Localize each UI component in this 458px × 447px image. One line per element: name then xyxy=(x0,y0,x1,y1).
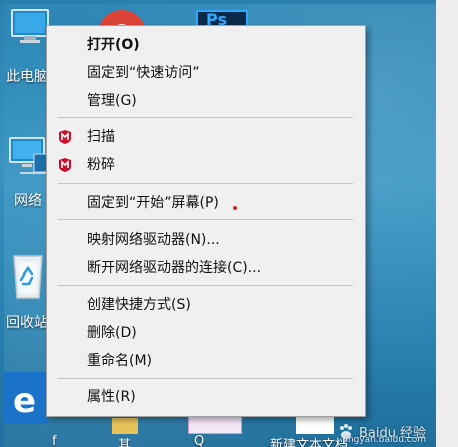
menu-item-rename[interactable]: 重命名(M) xyxy=(47,346,365,374)
menu-item-label: 属性(R) xyxy=(87,389,136,405)
svg-text:e: e xyxy=(13,381,36,421)
menu-separator xyxy=(58,378,353,379)
mcafee-icon xyxy=(58,129,72,144)
menu-item-label: 固定到“快速访问” xyxy=(87,65,200,81)
menu-item-label: 打开(O) xyxy=(87,37,140,53)
desktop-icon-label[interactable]: 回收站 xyxy=(6,312,48,332)
menu-item-map-drive[interactable]: 映射网络驱动器(N)... xyxy=(47,225,365,253)
menu-item-shred[interactable]: 粉碎 xyxy=(47,150,365,178)
desktop-icon-label[interactable]: 此电脑 xyxy=(6,66,48,86)
desktop-icon-label[interactable]: f xyxy=(52,434,57,447)
mcafee-icon xyxy=(58,157,72,172)
menu-item-scan[interactable]: 扫描 xyxy=(47,122,365,150)
menu-item-label: 管理(G) xyxy=(87,93,137,109)
menu-item-label: 断开网络驱动器的连接(C)... xyxy=(87,260,262,276)
window-edge xyxy=(436,0,458,447)
desktop-icon-label[interactable]: 网络 xyxy=(14,190,42,210)
menu-item-label: 创建快捷方式(S) xyxy=(87,297,191,313)
menu-item-label: 映射网络驱动器(N)... xyxy=(87,232,220,248)
app-icon[interactable] xyxy=(112,418,138,434)
menu-item-label: 删除(D) xyxy=(87,325,137,341)
menu-item-disconnect-drive[interactable]: 断开网络驱动器的连接(C)... xyxy=(47,253,365,281)
app-icon[interactable] xyxy=(188,416,242,434)
menu-item-properties[interactable]: 属性(R) xyxy=(47,382,365,410)
menu-item-pin-start[interactable]: 固定到“开始”屏幕(P) xyxy=(47,188,365,216)
menu-item-label: 重命名(M) xyxy=(87,353,153,369)
context-menu: 打开(O) 固定到“快速访问” 管理(G) 扫描 粉碎 固定到“开始”屏幕(P) xyxy=(46,25,366,417)
watermark-url: jingyan.baidu.com xyxy=(342,435,426,445)
menu-item-pin-quick-access[interactable]: 固定到“快速访问” xyxy=(47,58,365,86)
edge-icon[interactable]: e xyxy=(4,372,48,424)
menu-item-open[interactable]: 打开(O) xyxy=(47,30,365,58)
menu-separator xyxy=(58,285,353,286)
menu-item-label: 粉碎 xyxy=(87,157,115,173)
menu-separator xyxy=(58,183,353,184)
menu-item-create-shortcut[interactable]: 创建快捷方式(S) xyxy=(47,290,365,318)
menu-item-manage[interactable]: 管理(G) xyxy=(47,86,365,114)
menu-item-label: 扫描 xyxy=(87,129,115,145)
baidu-watermark: Baidu 经验 jingyan.baidu.com xyxy=(337,422,426,445)
menu-separator xyxy=(58,117,353,118)
menu-separator xyxy=(58,219,353,220)
menu-item-delete[interactable]: 删除(D) xyxy=(47,318,365,346)
desktop-icon-label[interactable]: Q xyxy=(194,434,204,447)
text-file-icon[interactable] xyxy=(296,416,334,434)
cursor-dot xyxy=(233,206,237,210)
desktop-icon-label[interactable]: 其 xyxy=(118,434,131,447)
menu-item-label: 固定到“开始”屏幕(P) xyxy=(87,195,219,211)
